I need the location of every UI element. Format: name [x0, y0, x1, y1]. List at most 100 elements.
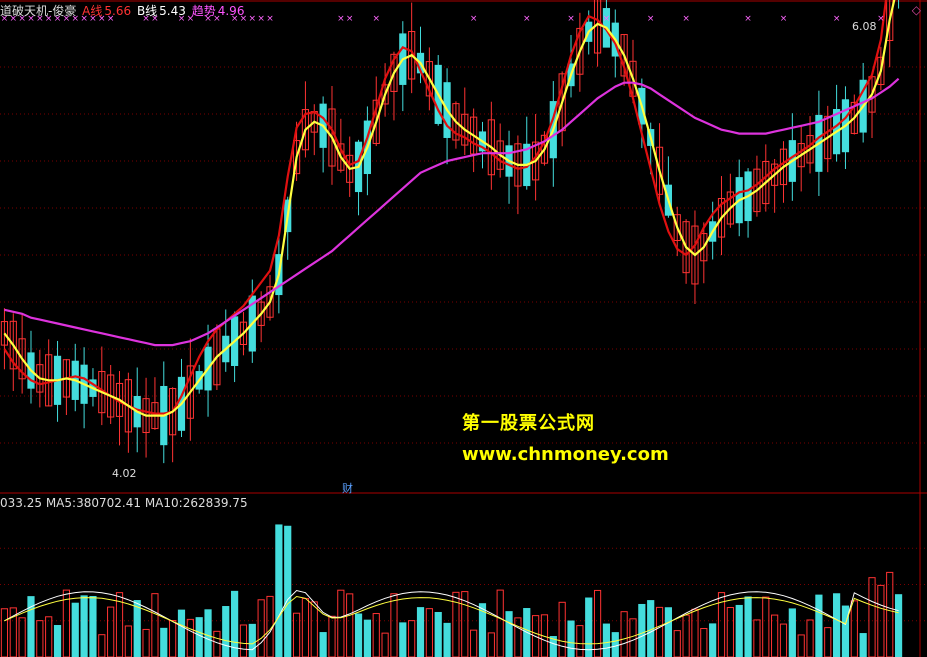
volume-bar [443, 622, 451, 657]
volume-header: 033.25 MA5:380702.41 MA10:262839.75 [0, 496, 248, 510]
signal-marker: × [647, 14, 655, 24]
volume-bar [700, 628, 708, 657]
volume-bar [602, 623, 611, 657]
a-line-series [3, 0, 888, 415]
signal-marker: × [523, 14, 531, 24]
volume-bar [381, 632, 389, 657]
b-line-label: B线 [136, 4, 158, 18]
volume-bar [328, 615, 336, 657]
indicator-name: 道破天机-俊豪 [0, 4, 77, 18]
trend-value: 4.96 [217, 4, 245, 18]
volume-bar [169, 620, 177, 657]
a-line-value: 5.66 [104, 4, 132, 18]
volume-bar [496, 589, 504, 657]
low-price-label: 4.02 [112, 467, 137, 480]
trend-line-series [4, 77, 900, 347]
volume-bar [779, 623, 788, 657]
volume-bar [664, 607, 672, 657]
volume-bar [833, 593, 841, 657]
volume-bar [806, 619, 814, 657]
ma5-value: 380702.41 [76, 496, 141, 510]
volume-bar [408, 620, 416, 657]
volume-bar [585, 597, 593, 657]
volume-bar [0, 608, 9, 657]
signal-marker: × [744, 14, 752, 24]
volume-bar [434, 611, 442, 657]
volume-bar [691, 608, 699, 657]
volume-bar [416, 607, 425, 657]
volume-bar [346, 593, 354, 657]
volume-bar [744, 596, 752, 657]
ma10-label: MA10: [144, 496, 183, 510]
volume-bar [53, 625, 62, 657]
volume-bar [576, 625, 584, 657]
ma10-value: 262839.75 [182, 496, 248, 510]
volume-bar [45, 616, 53, 657]
volume-bar [886, 571, 894, 657]
volume-bar [682, 614, 690, 657]
signal-marker: × [257, 14, 265, 24]
volume-bar [735, 604, 743, 657]
signal-marker: × [470, 14, 478, 24]
volume-bar [709, 623, 717, 657]
signal-marker: × [346, 14, 354, 24]
volume-bar [337, 589, 345, 657]
signal-marker: × [249, 14, 257, 24]
volume-bar [18, 617, 26, 657]
finance-marker[interactable]: 财 [342, 480, 353, 496]
volume-bar [292, 612, 301, 657]
volume-bar [319, 632, 327, 657]
volume-bar [213, 630, 221, 657]
volume-bar [815, 594, 823, 657]
volume-bar [107, 606, 115, 657]
signal-marker: × [567, 14, 575, 24]
volume-bar [124, 625, 132, 657]
volume-bar [771, 614, 779, 657]
volume-bar [160, 627, 168, 657]
volume-bar [788, 608, 796, 657]
stock-chart-canvas: × × × × × × × × × × × × × × × × × × × × × × × × × × × × × × × × × × × × × [0, 0, 927, 657]
volume-bar [514, 617, 522, 657]
high-price-label: 6.08 [852, 20, 877, 33]
volume-bar [894, 594, 903, 657]
watermark-title: 第一股票公式网 [462, 413, 595, 434]
volume-value: 033.25 [0, 496, 42, 510]
signal-marker: × [833, 14, 841, 24]
volume-bar [558, 601, 566, 657]
b-line-value: 5.43 [159, 4, 186, 18]
volume-bar [142, 628, 150, 657]
signal-marker: × [780, 14, 788, 24]
volume-bar [620, 611, 628, 657]
volume-bar [310, 601, 318, 657]
volume-bar [248, 623, 256, 657]
volume-bar [505, 611, 513, 657]
volume-bar [89, 595, 97, 657]
volume-bar [133, 600, 141, 657]
volume-bar [186, 618, 194, 657]
volume-bar [824, 627, 832, 657]
diamond-icon[interactable]: ◇ [912, 3, 921, 17]
volume-bar [593, 589, 602, 657]
volume-bar [655, 606, 664, 657]
signal-marker: × [603, 14, 611, 24]
volume-bar [611, 632, 619, 657]
signal-marker: × [266, 14, 274, 24]
volume-bar [629, 618, 637, 657]
volume-bar [762, 596, 770, 657]
volume-bar [98, 634, 106, 657]
volume-bar [753, 619, 761, 657]
signal-marker: × [877, 14, 885, 24]
volume-bar [797, 634, 805, 657]
volume-bar [868, 577, 876, 657]
signal-marker: × [337, 14, 345, 24]
volume-bar [372, 613, 380, 657]
volume-bar [275, 524, 283, 657]
volume-bar [239, 624, 248, 657]
volume-bar [638, 603, 646, 657]
indicator-header: 道破天机-俊豪 A线 5.66 B线 5.43 趋势 4.96 [0, 2, 246, 18]
volume-bar [390, 593, 398, 657]
volume-bar [363, 619, 371, 657]
volume-bar [726, 607, 734, 657]
volume-bar [284, 525, 292, 657]
volume-bar [470, 629, 478, 657]
